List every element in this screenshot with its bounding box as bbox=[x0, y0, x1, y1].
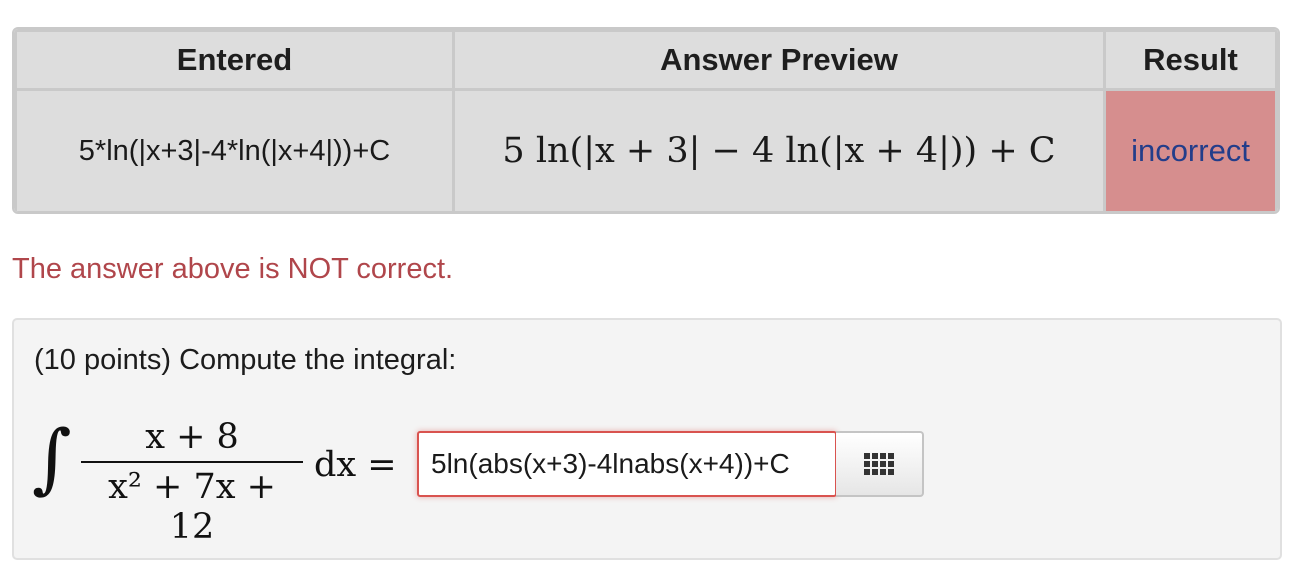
differential-label: dx = bbox=[314, 445, 397, 485]
preview-cell: 5 ln(|x + 3| − 4 ln(|x + 4|)) + C bbox=[455, 91, 1103, 211]
table-header-row: Entered Answer Preview Result bbox=[17, 32, 1275, 88]
entered-answer: 5*ln(|x+3|-4*ln(|x+4|))+C bbox=[78, 134, 391, 167]
integrand-denominator: x² + 7x + 12 bbox=[108, 467, 276, 547]
integral-symbol: ∫ bbox=[32, 413, 72, 502]
entered-header: Entered bbox=[17, 32, 452, 88]
grid-icon bbox=[864, 453, 894, 475]
equation-palette-button[interactable] bbox=[836, 431, 924, 497]
integrand-fraction: x + 8 x² + 7x + 12 bbox=[81, 417, 303, 547]
table-row: 5*ln(|x+3|-4*ln(|x+4|))+C 5 ln(|x + 3| −… bbox=[17, 91, 1275, 211]
answer-input[interactable]: 5ln(abs(x+3)-4lnabs(x+4))+C bbox=[417, 431, 837, 497]
answer-preview-header: Answer Preview bbox=[455, 32, 1103, 88]
answer-preview: 5 ln(|x + 3| − 4 ln(|x + 4|)) + C bbox=[502, 131, 1056, 171]
result-cell: incorrect bbox=[1106, 91, 1275, 211]
attempt-results: Entered Answer Preview Result 5*ln(|x+3|… bbox=[12, 27, 1280, 214]
entered-cell: 5*ln(|x+3|-4*ln(|x+4|))+C bbox=[17, 91, 452, 211]
fraction-bar bbox=[81, 461, 303, 463]
feedback-message: The answer above is NOT correct. bbox=[12, 253, 454, 285]
problem-panel: (10 points) Compute the integral: ∫ x + … bbox=[12, 318, 1282, 560]
attempt-results-table: Entered Answer Preview Result 5*ln(|x+3|… bbox=[14, 29, 1278, 212]
result-status: incorrect bbox=[1131, 133, 1250, 168]
integrand-numerator: x + 8 bbox=[145, 417, 239, 457]
result-header: Result bbox=[1106, 32, 1275, 88]
problem-statement: (10 points) Compute the integral: bbox=[34, 344, 457, 376]
